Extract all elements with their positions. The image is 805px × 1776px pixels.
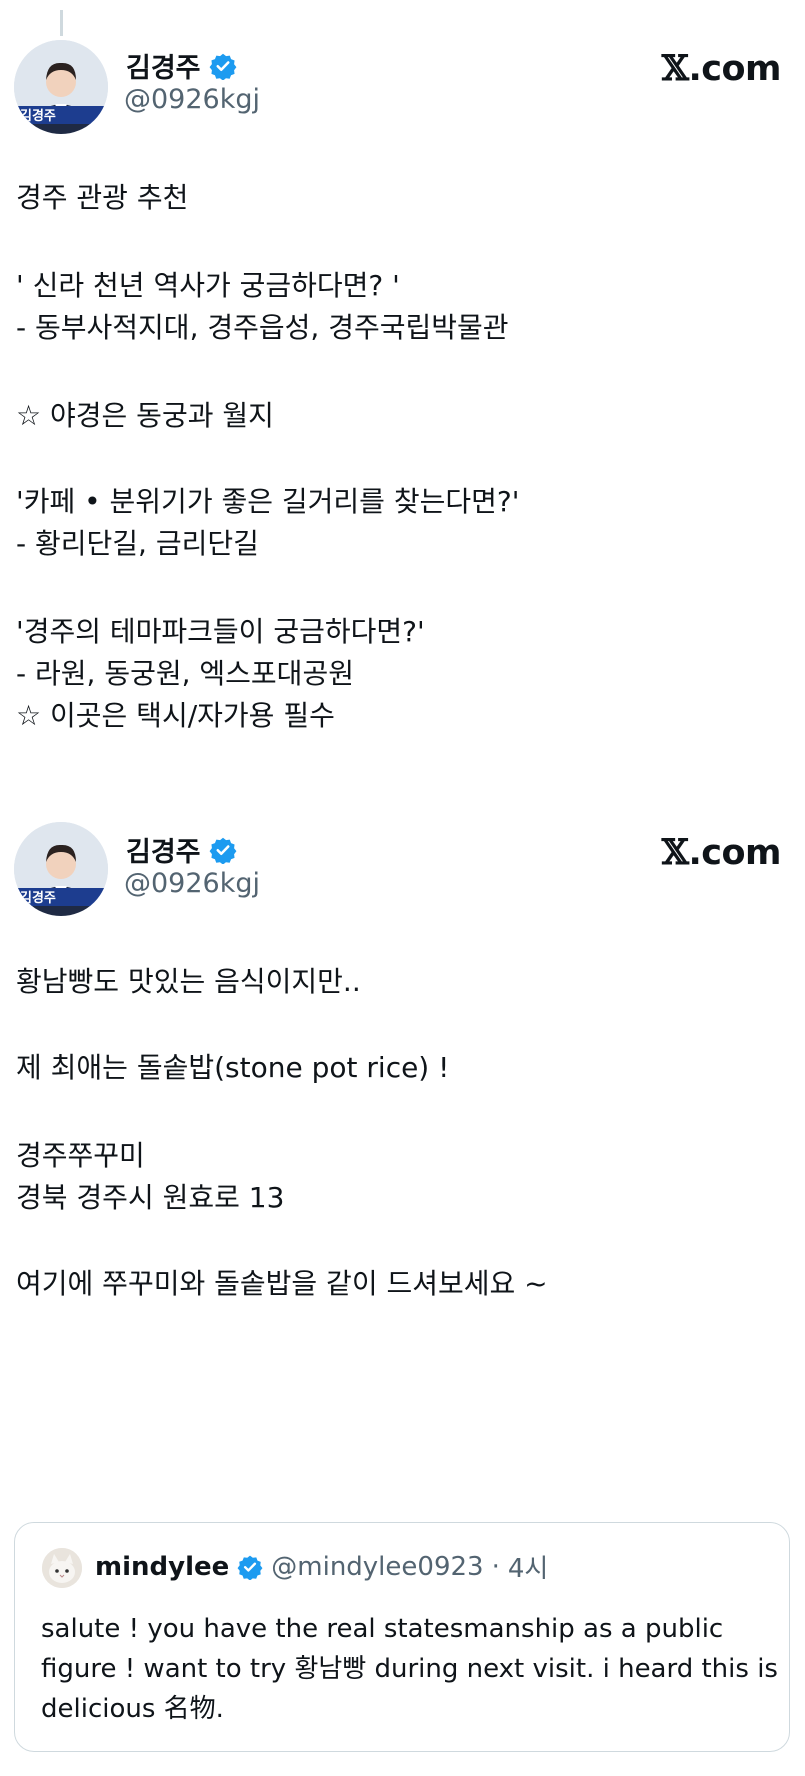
post-text-line: '경주의 테마파크들이 궁금하다면?' [16, 615, 425, 648]
author-avatar[interactable]: 김경주 [14, 40, 108, 134]
quote-text: salute ! you have the real statesmanship… [41, 1614, 778, 1724]
avatar-badge-text: 김경주 [20, 108, 56, 124]
post-text-line: 여기에 쭈꾸미와 돌솥밥을 같이 드셔보세요 ~ [16, 1267, 548, 1300]
quoted-post-card[interactable]: mindylee @mindylee0923 · 4시 salute ! you… [14, 1522, 790, 1752]
meta-separator: · [491, 1551, 500, 1582]
verified-badge-icon [209, 837, 236, 864]
x-logo-icon[interactable]: 𝕏.com [662, 48, 782, 89]
verified-badge-icon [237, 1555, 263, 1580]
quote-author-handle[interactable]: @mindylee0923 [271, 1552, 483, 1582]
post-text-line: 경북 경주시 원효로 13 [16, 1181, 285, 1214]
quote-author-name[interactable]: mindylee [95, 1552, 229, 1582]
author-handle[interactable]: @0926kgj [124, 84, 260, 115]
post-text-line: '카페 • 분위기가 좋은 길거리를 찾는다면?' [16, 485, 520, 518]
author-avatar[interactable]: 김경주 [14, 822, 108, 916]
avatar-badge-text: 김경주 [20, 890, 56, 906]
post-text-line: 경주쭈꾸미 [16, 1139, 145, 1172]
post-text-line: 경주 관광 추천 [16, 181, 189, 214]
post-text-line: - 동부사적지대, 경주읍성, 경주국립박물관 [16, 311, 509, 344]
author-handle[interactable]: @0926kgj [124, 868, 260, 899]
verified-badge-icon [209, 53, 236, 80]
author-name[interactable]: 김경주 [126, 46, 201, 85]
post-text-line: - 라원, 동궁원, 엑스포대공원 [16, 657, 354, 690]
post-text-line: 제 최애는 돌솥밥(stone pot rice) ! [16, 1051, 450, 1084]
thread-connector-line [60, 10, 63, 36]
x-logo-icon[interactable]: 𝕏.com [662, 832, 782, 873]
author-name[interactable]: 김경주 [126, 830, 201, 869]
post-text-line: 황남빵도 맛있는 음식이지만.. [16, 965, 361, 998]
quote-author-avatar[interactable] [42, 1548, 82, 1588]
post-text-line: ' 신라 천년 역사가 궁금하다면? ' [16, 269, 400, 302]
post-text-line: ☆ 야경은 동궁과 월지 [16, 399, 274, 432]
post-text-line: - 황리단길, 금리단길 [16, 527, 259, 560]
post-text-line: ☆ 이곳은 택시/자가용 필수 [16, 699, 335, 732]
quote-timestamp[interactable]: 4시 [508, 1548, 548, 1585]
